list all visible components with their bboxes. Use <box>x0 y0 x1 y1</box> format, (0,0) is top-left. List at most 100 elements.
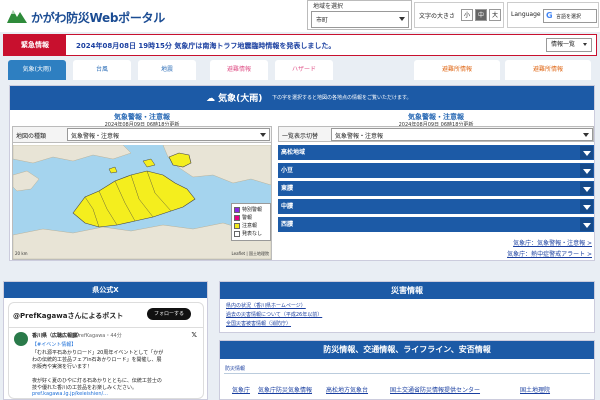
map-type-label: 地図の種類 <box>16 133 47 140</box>
language-select[interactable]: G 言語を選択 <box>543 9 597 23</box>
map-legend: 特別警報 警報 注意報 発表なし <box>231 203 271 241</box>
alert-label: 緊急情報 <box>4 35 66 55</box>
post-link[interactable]: pref.kagawa.lg.jp/keieishien/... <box>32 391 108 397</box>
area-row-tosan[interactable]: 東讃 <box>278 181 594 196</box>
weather-panel: ☁ 気象(大雨) 下の字を選択すると地図の各地点の情報をご覧いただけます。 気象… <box>9 85 595 261</box>
area-row-takamatsu[interactable]: 高松地域 <box>278 145 594 160</box>
x-panel-header: 県公式X <box>4 282 207 298</box>
post-line: 夜が好く夏のひやに灯る石あかりとともに、伝統工芸士の <box>32 378 162 384</box>
font-size-large-button[interactable]: 大 <box>489 9 501 21</box>
language-select-value: 言語を選択 <box>556 14 582 20</box>
language-selector: Language G 言語を選択 <box>507 2 599 28</box>
x-logo-icon[interactable]: 𝕏 <box>191 331 197 339</box>
chevron-down-icon <box>580 182 593 195</box>
tab-typhoon[interactable]: 台風 <box>73 60 131 80</box>
warning-map[interactable]: 特別警報 警報 注意報 発表なし 20 km Leaflet | 国土地理院 <box>13 145 271 259</box>
logo-icon <box>7 10 27 23</box>
site-title[interactable]: かがわ防災Webポータル <box>31 9 165 26</box>
post-line: 技や優れた香川の工芸品をお楽しみください。 <box>32 385 138 391</box>
legend-item: 注意報 <box>234 222 268 230</box>
safety-subheading: 防災情報 <box>225 366 246 372</box>
tab-evacuation-info[interactable]: 避難情報 <box>210 60 268 80</box>
chevron-down-icon <box>580 218 593 231</box>
disaster-info-header: 災害情報 <box>220 282 594 299</box>
list-type-value: 気象警報・注意報 <box>335 133 384 140</box>
emergency-alert-bar: 緊急情報 2024年08月08日 19時15分 気象庁は南海トラフ地震臨時情報を… <box>3 34 597 56</box>
region-select[interactable]: 市町 <box>311 11 409 28</box>
list-type-row: 一覧表示切替 気象警報・注意報 <box>278 126 594 142</box>
chevron-down-icon <box>580 200 593 213</box>
avatar[interactable] <box>14 332 28 346</box>
weather-panel-note: 下の字を選択すると地図の各地点の情報をご覧いただけます。 <box>272 95 412 101</box>
warning-map-box: 地図の種類 気象警報・注意報 特別警報 警報 注意報 発表なし 20 km Le… <box>12 126 272 260</box>
area-row-seisan[interactable]: 西讃 <box>278 217 594 232</box>
official-x-panel: 県公式X @PrefKagawaさんによるポスト フォローする 香川県（広聴広報… <box>3 281 208 400</box>
post-line: 「むれ源平石あかりロード」20周年イベントとして「かが <box>32 350 164 356</box>
area-row-chusan[interactable]: 中讃 <box>278 199 594 214</box>
chevron-down-icon <box>583 133 589 137</box>
map-type-row: 地図の種類 気象警報・注意報 <box>13 127 271 143</box>
tab-shelter-info[interactable]: 避難所情報 <box>414 60 500 80</box>
map-graphic <box>13 145 271 259</box>
warning-list-box: 一覧表示切替 気象警報・注意報 高松地域 小豆 東讃 中讃 西讃 気象庁：気象警… <box>278 126 594 260</box>
category-tabs: 気象(大雨) 台風 地震 避難情報 ハザード 避難所情報 避難所情報 <box>0 59 600 81</box>
region-select-value: 市町 <box>316 17 329 24</box>
map-scale: 20 km <box>15 251 28 256</box>
area-row-shodo[interactable]: 小豆 <box>278 163 594 178</box>
legend-item: 特別警報 <box>234 206 268 214</box>
disaster-link[interactable]: 過去の災害情報について（平成26年以前） <box>226 311 322 318</box>
tab-hazard[interactable]: ハザード <box>275 60 333 80</box>
chevron-down-icon <box>580 146 593 159</box>
map-attribution[interactable]: Leaflet | 国土地理院 <box>231 251 269 257</box>
alert-message-link[interactable]: 2024年08月08日 19時15分 気象庁は南海トラフ地震臨時情報を発表しまし… <box>76 41 335 51</box>
divider <box>224 373 590 374</box>
jma-heatstroke-link[interactable]: 気象庁：熱中症警戒アラート > <box>507 249 592 258</box>
map-type-select[interactable]: 気象警報・注意報 <box>67 128 270 141</box>
x-divider <box>9 327 203 328</box>
list-type-select[interactable]: 気象警報・注意報 <box>331 128 593 141</box>
rain-cloud-icon: ☁ <box>206 94 215 104</box>
weather-panel-title: ☁ 気象(大雨) <box>206 94 263 104</box>
disaster-info-panel: 災害情報 県内の状況（香川県ホームページ） 過去の災害情報について（平成26年以… <box>219 281 595 333</box>
legend-item: 警報 <box>234 214 268 222</box>
google-icon: G <box>546 11 553 20</box>
post-line: 示販売や実演を行います！ <box>32 364 93 370</box>
tab-weather[interactable]: 気象(大雨) <box>8 60 66 80</box>
disaster-link[interactable]: 全国災害被害情報（消防庁） <box>226 320 291 327</box>
jma-disaster-weather-link[interactable]: 気象庁防災気象情報 <box>258 385 312 394</box>
chevron-down-icon <box>260 133 266 137</box>
safety-info-panel: 防災情報、交通情報、ライフライン、安否情報 防災情報 気象庁 気象庁防災気象情報… <box>219 340 595 400</box>
tab-shelter-info-2[interactable]: 避難所情報 <box>505 60 591 80</box>
tab-earthquake[interactable]: 地震 <box>138 60 196 80</box>
chevron-down-icon <box>583 43 587 46</box>
x-timeline-card: @PrefKagawaさんによるポスト フォローする 香川県（広聴広報課） @P… <box>8 302 204 399</box>
gsi-link[interactable]: 国土地理院 <box>520 385 550 394</box>
map-type-value: 気象警報・注意報 <box>71 133 120 140</box>
font-size-small-button[interactable]: 小 <box>461 9 473 21</box>
legend-item: 発表なし <box>234 230 268 238</box>
language-label: Language <box>511 11 541 18</box>
disaster-link[interactable]: 県内の状況（香川県ホームページ） <box>226 302 306 309</box>
jma-link[interactable]: 気象庁 <box>232 385 250 394</box>
mlit-disaster-center-link[interactable]: 国土交通省防災情報提供センター <box>390 385 480 394</box>
alert-list-label: 情報一覧 <box>551 41 576 48</box>
region-selector: 地域を選択 市町 <box>307 0 412 30</box>
follow-button[interactable]: フォローする <box>147 308 191 320</box>
region-label: 地域を選択 <box>313 3 344 10</box>
site-header: かがわ防災Webポータル 地域を選択 市町 文字の大きさ 小 中 大 Langu… <box>0 0 600 32</box>
safety-info-header: 防災情報、交通情報、ライフライン、安否情報 <box>220 341 594 359</box>
weather-panel-header: ☁ 気象(大雨) 下の字を選択すると地図の各地点の情報をご覧いただけます。 <box>10 86 594 110</box>
post-line[interactable]: 【#イベント情報】 <box>32 341 76 348</box>
font-size-label: 文字の大きさ <box>419 13 456 20</box>
chevron-down-icon <box>580 164 593 177</box>
x-timeline-title[interactable]: @PrefKagawaさんによるポスト <box>13 311 123 321</box>
post-line: わの伝統的工芸品フェアin石あかりロード」を開催し、展 <box>32 357 162 363</box>
list-type-label: 一覧表示切替 <box>282 133 319 140</box>
jma-warnings-link[interactable]: 気象庁：気象警報・注意報 > <box>513 238 592 247</box>
chevron-down-icon <box>399 17 405 21</box>
font-size-medium-button[interactable]: 中 <box>475 9 487 21</box>
post-author-handle[interactable]: @PrefKagawa・44分 <box>71 332 122 339</box>
font-size-control: 文字の大きさ 小 中 大 <box>414 2 504 28</box>
takamatsu-observatory-link[interactable]: 高松地方気象台 <box>326 385 368 394</box>
alert-list-button[interactable]: 情報一覧 <box>546 38 592 52</box>
